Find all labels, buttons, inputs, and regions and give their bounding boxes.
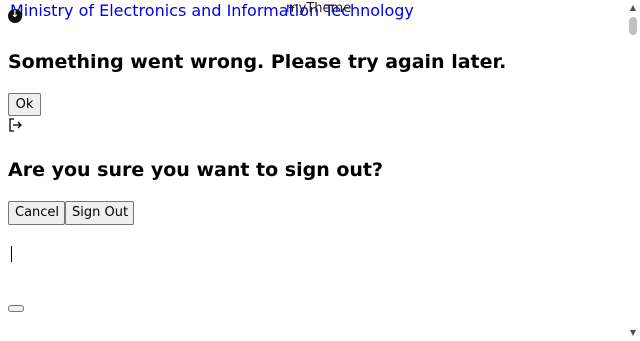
sign-out-button[interactable]: Sign Out [65, 201, 134, 225]
scroll-up-arrow-icon[interactable]: ▲ [626, 2, 640, 14]
cancel-button[interactable]: Cancel [8, 201, 65, 225]
sign-out-icon[interactable] [8, 118, 24, 132]
broken-image-icon: ↓ [8, 9, 22, 23]
text-caret [11, 246, 12, 262]
page-viewport: Ministry of Electronics and Information … [0, 0, 640, 341]
signout-confirm-heading: Are you sure you want to sign out? [8, 159, 384, 181]
page-content: Ministry of Electronics and Information … [0, 0, 626, 341]
ok-button[interactable]: Ok [8, 93, 41, 116]
theme-name-label: myTheme [286, 1, 352, 16]
ministry-logo-alt-text[interactable]: Ministry of Electronics and Information … [10, 2, 414, 20]
error-message-heading: Something went wrong. Please try again l… [8, 51, 507, 73]
scrollbar-thumb[interactable] [629, 17, 637, 35]
collapsed-control[interactable] [8, 305, 24, 312]
vertical-scrollbar[interactable]: ▲ ▼ [626, 0, 640, 341]
scroll-down-arrow-icon[interactable]: ▼ [626, 327, 640, 339]
